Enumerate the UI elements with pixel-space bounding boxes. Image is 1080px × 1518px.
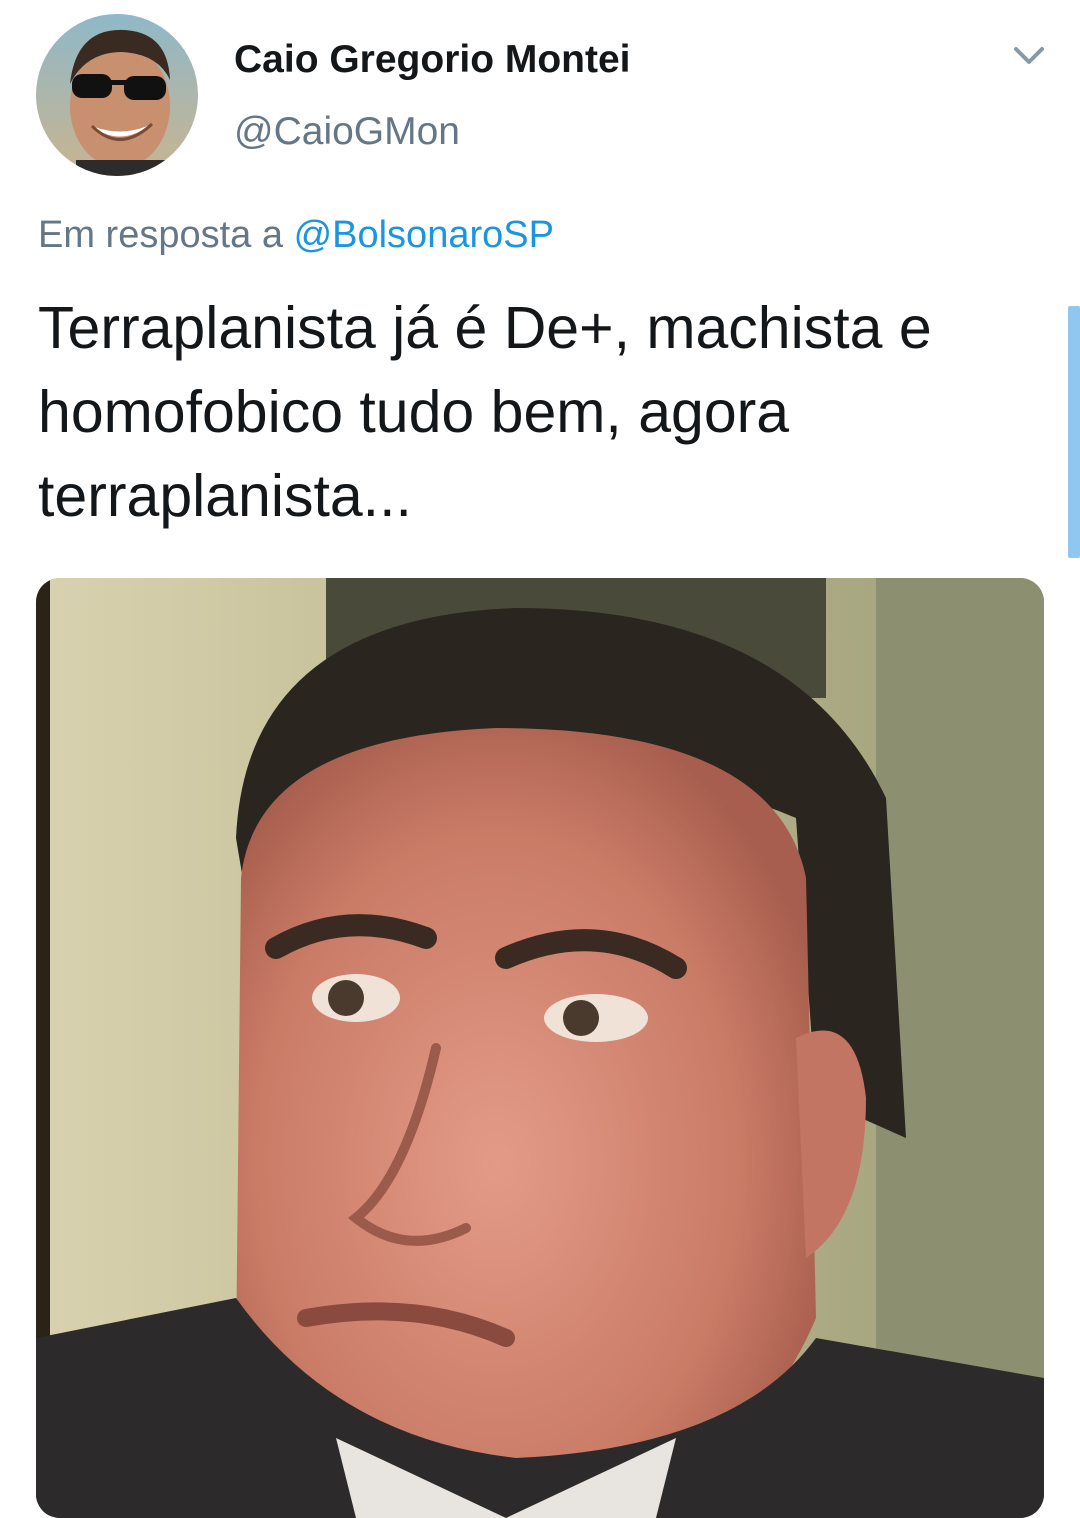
chevron-down-icon[interactable]: [1012, 44, 1046, 68]
author-handle[interactable]: @CaioGMon: [234, 110, 460, 154]
reply-context: Em resposta a @BolsonaroSP: [38, 214, 554, 257]
scroll-indicator[interactable]: [1068, 306, 1080, 558]
reply-prefix: Em resposta a: [38, 214, 283, 256]
avatar-image: [36, 14, 198, 176]
author-display-name[interactable]: Caio Gregorio Montei: [234, 38, 631, 82]
reply-to-handle-link[interactable]: @BolsonaroSP: [294, 214, 554, 256]
author-avatar[interactable]: [36, 14, 198, 176]
tweet-text: Terraplanista já é De+, machista e homof…: [38, 295, 932, 529]
media-image: [36, 578, 1044, 1518]
tweet: Caio Gregorio Montei @CaioGMon Em respos…: [0, 0, 1080, 1518]
tweet-media-photo[interactable]: [36, 578, 1044, 1518]
